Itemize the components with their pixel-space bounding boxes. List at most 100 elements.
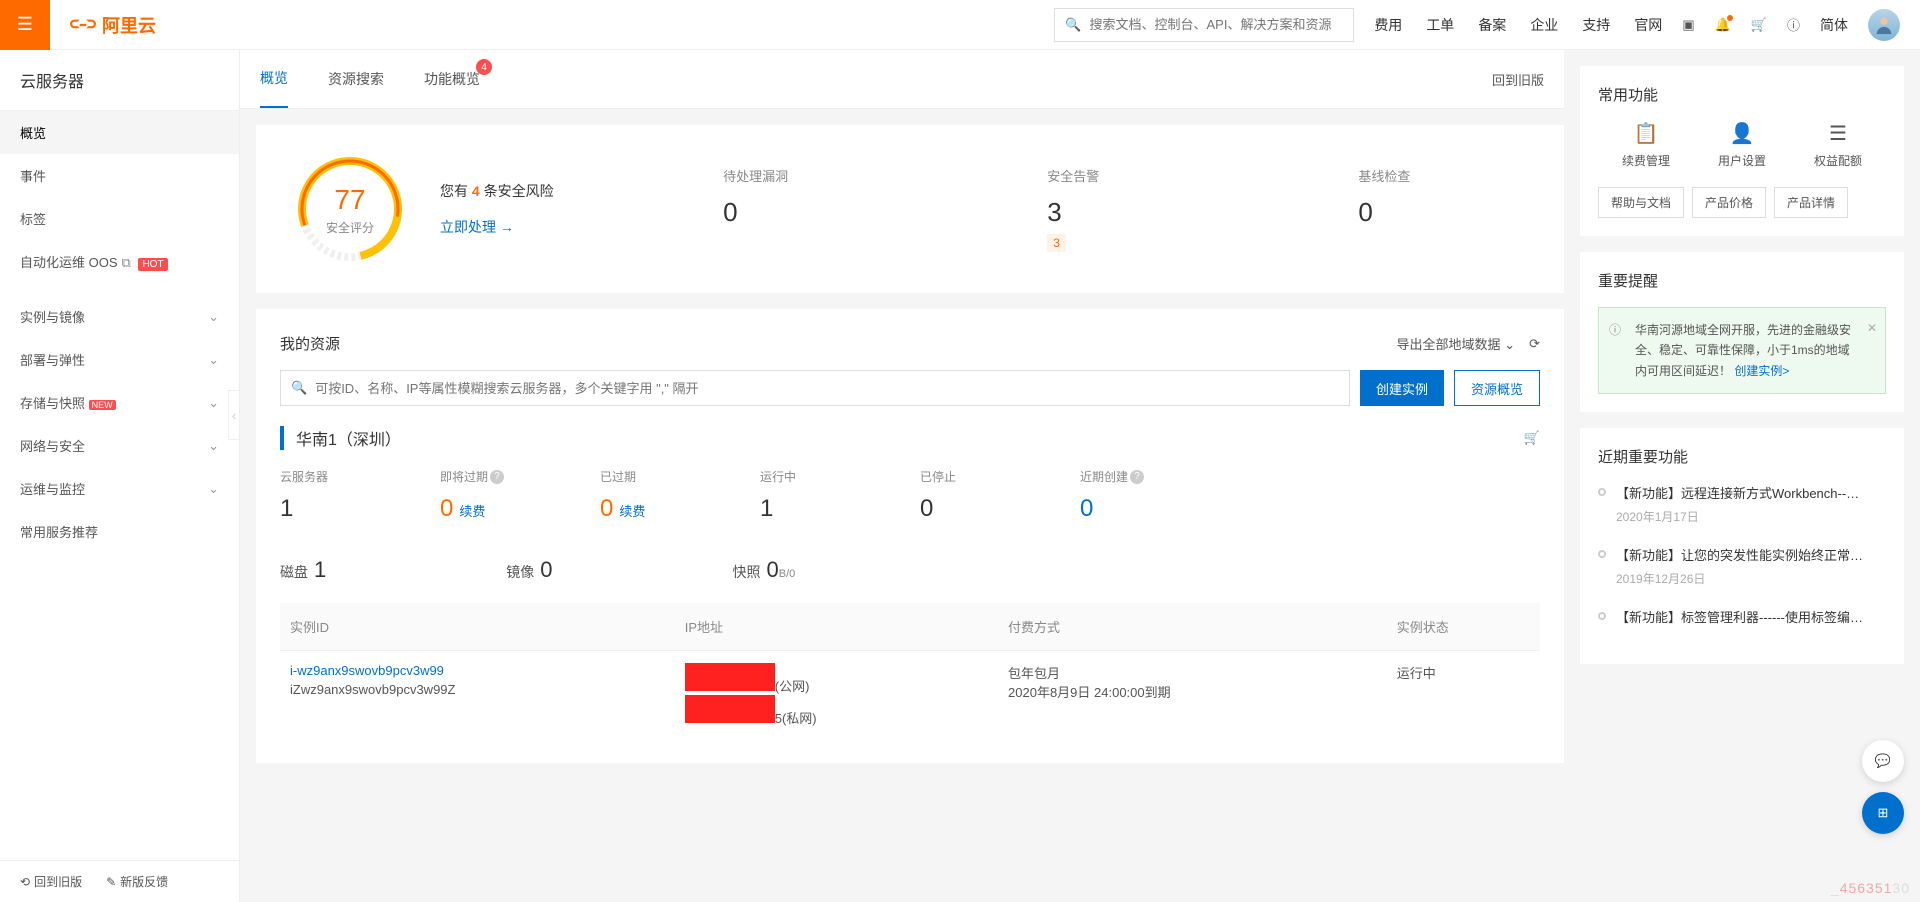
grid-icon: ⊞	[1878, 805, 1889, 821]
info-icon: ⓘ	[1609, 320, 1621, 340]
tab-label: 功能概览	[424, 71, 480, 87]
action-renewal[interactable]: 📋 续费管理	[1622, 121, 1670, 169]
cart-icon[interactable]: 🛒	[1524, 430, 1540, 446]
payment-expire: 2020年8月9日 24:00:00到期	[1008, 682, 1377, 701]
menu-toggle-button[interactable]: ☰	[0, 0, 50, 50]
sidebar-item-label: 概览	[20, 123, 46, 142]
stat-value[interactable]: 0	[1080, 495, 1200, 523]
stat-label: 云服务器	[280, 468, 400, 485]
search-icon: 🔍	[291, 380, 307, 396]
help-icon[interactable]: ?	[490, 470, 504, 484]
stat-value: 0	[1358, 197, 1410, 228]
export-data-link[interactable]: 导出全部地域数据 ⌄	[1397, 334, 1516, 353]
refresh-button[interactable]: ⟳	[1529, 336, 1540, 352]
col-status: 实例状态	[1387, 603, 1540, 651]
pill-pricing[interactable]: 产品价格	[1692, 187, 1766, 218]
stat-value: 0	[600, 495, 613, 522]
nav-enterprise[interactable]: 企业	[1530, 15, 1558, 35]
sidebar-group-label: 运维与监控	[20, 479, 85, 498]
stat-label: 基线检查	[1358, 166, 1410, 185]
action-user-settings[interactable]: 👤 用户设置	[1718, 121, 1766, 169]
help-icon[interactable]: ?	[1130, 470, 1144, 484]
lang-switch[interactable]: 简体	[1820, 15, 1848, 35]
sidebar-collapse-handle[interactable]: ‹	[228, 390, 240, 440]
security-score-label: 安全评分	[290, 219, 410, 236]
global-search[interactable]: 🔍	[1054, 8, 1354, 42]
news-item[interactable]: 【新功能】远程连接新方式Workbench--… 2020年1月17日	[1598, 483, 1886, 525]
security-panel: 77 安全评分 您有 4 条安全风险 立即处理 → 待处理漏洞 0 安全告警 3	[256, 125, 1564, 293]
brand-logo[interactable]: 阿里云	[70, 12, 156, 38]
stat-value: 0	[723, 197, 788, 228]
sidebar-group-ops[interactable]: 运维与监控⌄	[0, 467, 239, 510]
resource-search-input[interactable]	[315, 381, 1339, 396]
stat-images: 镜像0	[506, 557, 552, 583]
nav-support[interactable]: 支持	[1582, 15, 1610, 35]
create-instance-button[interactable]: 创建实例	[1360, 370, 1444, 406]
sidebar-group-recommend[interactable]: 常用服务推荐	[0, 510, 239, 553]
tab-overview[interactable]: 概览	[260, 50, 288, 108]
sidebar-item-label: 标签	[20, 209, 46, 228]
sidebar-group-deploy[interactable]: 部署与弹性⌄	[0, 338, 239, 381]
footer-label: 回到旧版	[34, 873, 82, 890]
alert-create-link[interactable]: 创建实例>	[1734, 364, 1789, 378]
tab-feature-overview[interactable]: 功能概览4	[424, 51, 480, 107]
notification-dot	[1727, 15, 1733, 21]
card-title: 近期重要功能	[1598, 446, 1886, 467]
resource-search[interactable]: 🔍	[280, 370, 1350, 406]
feedback-link[interactable]: ✎新版反馈	[106, 873, 168, 890]
news-item[interactable]: 【新功能】让您的突发性能实例始终正常… 2019年12月26日	[1598, 545, 1886, 587]
user-avatar[interactable]	[1868, 9, 1900, 41]
nav-icp[interactable]: 备案	[1478, 15, 1506, 35]
sidebar-item-tags[interactable]: 标签	[0, 197, 239, 240]
action-quota[interactable]: ☰ 权益配额	[1814, 121, 1862, 169]
chevron-left-icon: ‹	[232, 408, 236, 423]
sidebar-group-storage[interactable]: 存储与快照 NEW⌄	[0, 381, 239, 424]
sidebar-item-events[interactable]: 事件	[0, 154, 239, 197]
console-icon[interactable]: ▣	[1682, 17, 1694, 33]
recent-features-card: 近期重要功能 【新功能】远程连接新方式Workbench--… 2020年1月1…	[1580, 428, 1904, 664]
back-old-version-button[interactable]: 回到旧版	[1492, 70, 1544, 89]
sidebar-item-overview[interactable]: 概览	[0, 111, 239, 154]
stat-vulnerabilities: 待处理漏洞 0	[723, 166, 788, 252]
back-icon: ⟲	[20, 875, 30, 889]
sidebar-group-network[interactable]: 网络与安全⌄	[0, 424, 239, 467]
notifications-icon[interactable]: 🔔	[1715, 17, 1731, 33]
back-old-version-link[interactable]: ⟲ 回到旧版	[20, 873, 82, 890]
cart-icon[interactable]: 🛒	[1751, 17, 1767, 33]
close-alert-button[interactable]: ✕	[1867, 318, 1877, 338]
sidebar-group-instance[interactable]: 实例与镜像⌄	[0, 295, 239, 338]
nav-website[interactable]: 官网	[1634, 15, 1662, 35]
tab-resource-search[interactable]: 资源搜索	[328, 51, 384, 107]
resources-header: 我的资源 导出全部地域数据 ⌄ ⟳	[280, 333, 1540, 354]
timeline-dot-icon	[1598, 612, 1606, 620]
nav-ticket[interactable]: 工单	[1426, 15, 1454, 35]
sidebar-footer: ⟲ 回到旧版 ✎新版反馈	[0, 860, 239, 902]
footer-label: 新版反馈	[120, 873, 168, 890]
pill-product-details[interactable]: 产品详情	[1774, 187, 1848, 218]
news-item[interactable]: 【新功能】标签管理利器------使用标签编…	[1598, 607, 1886, 626]
process-now-link[interactable]: 立即处理 →	[440, 217, 554, 237]
resource-overview-button[interactable]: 资源概览	[1454, 370, 1540, 406]
sidebar-item-oos[interactable]: 自动化运维 OOS⧉ HOT	[0, 240, 239, 283]
table-row[interactable]: i-wz9anx9swovb9pcv3w99 iZwz9anx9swovb9pc…	[280, 651, 1540, 740]
chevron-down-icon: ⌄	[208, 352, 219, 368]
global-search-input[interactable]	[1090, 17, 1344, 32]
apps-float-button[interactable]: ⊞	[1862, 792, 1904, 834]
pill-help-docs[interactable]: 帮助与文档	[1598, 187, 1684, 218]
action-label: 续费管理	[1622, 152, 1670, 169]
nav-billing[interactable]: 费用	[1374, 15, 1402, 35]
help-icon[interactable]: ⓘ	[1787, 15, 1800, 34]
renew-link[interactable]: 续费	[459, 504, 485, 519]
col-instance-id: 实例ID	[280, 603, 675, 651]
resource-search-row: 🔍 创建实例 资源概览	[280, 370, 1540, 406]
renewal-icon: 📋	[1622, 121, 1670, 146]
stat-snapshots: 快照0B/0	[733, 557, 796, 583]
ip-label: 5(私网)	[775, 711, 817, 726]
resources-actions: 导出全部地域数据 ⌄ ⟳	[1397, 334, 1540, 353]
stat-label: 近期创建?	[1080, 468, 1200, 485]
instance-id-link[interactable]: i-wz9anx9swovb9pcv3w99	[290, 663, 665, 678]
chat-float-button[interactable]: 💬	[1862, 740, 1904, 782]
payment-type: 包年包月	[1008, 663, 1377, 682]
ip-redacted	[685, 663, 775, 691]
renew-link[interactable]: 续费	[619, 504, 645, 519]
